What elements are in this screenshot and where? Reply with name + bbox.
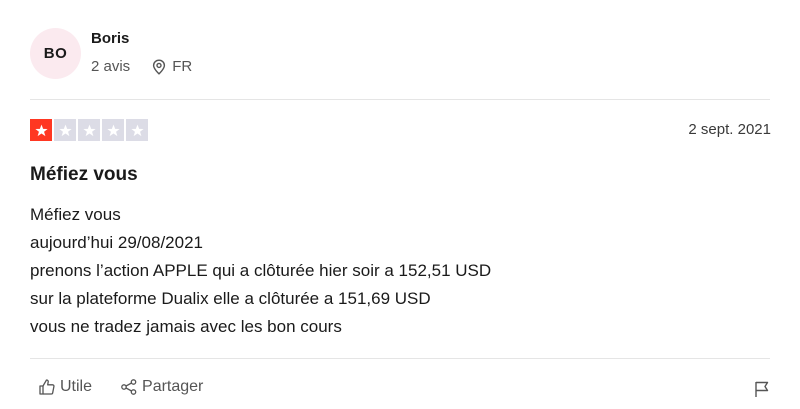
thumbs-up-icon — [39, 379, 55, 395]
reviewer-header: BO Boris 2 avis FR — [30, 28, 192, 79]
reviewer-name[interactable]: Boris — [91, 30, 192, 48]
review-date: 2 sept. 2021 — [688, 121, 771, 138]
share-button[interactable]: Partager — [120, 378, 203, 396]
flag-icon — [755, 381, 769, 397]
divider — [30, 99, 770, 100]
star-icon — [82, 124, 96, 136]
share-icon — [121, 379, 137, 395]
star-empty — [126, 119, 148, 141]
location-pin-icon — [153, 59, 166, 75]
star-empty — [102, 119, 124, 141]
review-card: BO Boris 2 avis FR 2 sept. 2021 Méfiez v… — [0, 0, 800, 409]
review-body-line: prenons l’action APPLE qui a clôturée hi… — [30, 261, 492, 280]
reviewer-info: Boris 2 avis FR — [91, 28, 192, 76]
reviewer-country: FR — [152, 58, 192, 76]
reviewer-meta: 2 avis FR — [91, 58, 192, 76]
country-code: FR — [172, 58, 193, 75]
review-body-line: Méfiez vous — [30, 205, 121, 224]
reviews-count: 2 avis — [91, 58, 131, 75]
star-icon — [58, 124, 72, 136]
report-button[interactable] — [754, 380, 770, 403]
avatar[interactable]: BO — [30, 28, 81, 79]
star-icon — [106, 124, 120, 136]
star-empty — [54, 119, 76, 141]
useful-button[interactable]: Utile — [38, 378, 92, 396]
review-actions: Utile Partager — [38, 378, 203, 396]
review-title[interactable]: Méfiez vous — [30, 164, 138, 186]
star-empty — [78, 119, 100, 141]
useful-label: Utile — [60, 378, 93, 395]
review-body-line: sur la plateforme Dualix elle a clôturée… — [30, 289, 431, 308]
star-icon — [130, 124, 144, 136]
star-filled — [30, 119, 52, 141]
share-label: Partager — [142, 378, 204, 395]
star-icon — [34, 124, 48, 136]
divider — [30, 358, 770, 359]
review-body-line: vous ne tradez jamais avec les bon cours — [30, 317, 342, 336]
review-body-line: aujourd’hui 29/08/2021 — [30, 233, 203, 252]
star-rating — [30, 119, 150, 141]
review-body: Méfiez vous aujourd’hui 29/08/2021 preno… — [30, 201, 770, 341]
